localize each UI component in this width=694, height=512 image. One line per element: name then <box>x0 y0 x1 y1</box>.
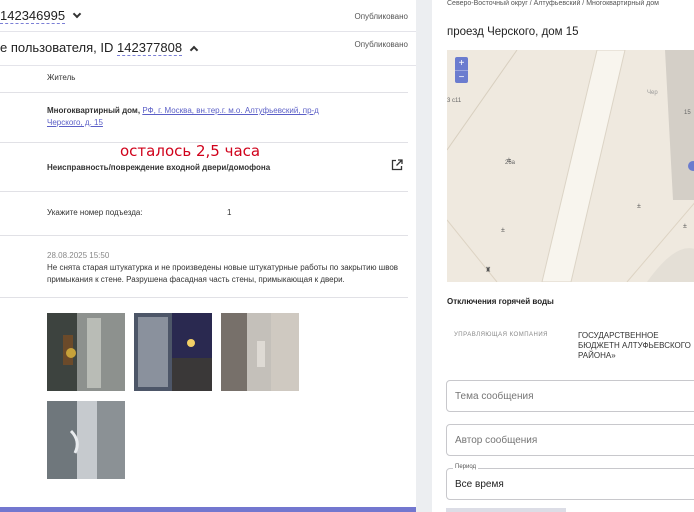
subtitle-title[interactable]: е пользователя, ID 142377808 <box>0 40 199 56</box>
map-canvas: 26а 15 3 с11 Чер ± ± ± ± ♜ <box>447 50 694 282</box>
request-panel: 142346995 Опубликовано е пользователя, I… <box>0 0 416 512</box>
role-label: Житель <box>47 73 76 82</box>
author-field[interactable] <box>446 424 694 456</box>
entrance-label: Укажите номер подъезда: <box>47 208 143 217</box>
map-label: 15 <box>684 110 691 116</box>
map-label: 3 с11 <box>447 98 462 104</box>
zoom-in-icon[interactable]: + <box>455 57 468 70</box>
issue-title: Неисправность/повреждение входной двери/… <box>47 163 271 172</box>
map-label: Чер <box>647 90 658 96</box>
svg-text:±: ± <box>683 223 687 230</box>
subtitle-status: Опубликовано <box>354 40 408 49</box>
period-value: Все время <box>455 479 504 490</box>
zoom-control[interactable]: + − <box>455 57 468 83</box>
svg-text:±: ± <box>501 227 505 234</box>
map[interactable]: 26а 15 3 с11 Чер ± ± ± ± ♜ + − <box>447 50 694 282</box>
building-panel: Северо-Восточный округ / Алтуфьевский / … <box>432 0 694 512</box>
building-info: Многоквартирный дом, РФ, г. Москва, вн.т… <box>47 106 319 127</box>
photo-thumbnail[interactable] <box>134 313 212 391</box>
topic-field[interactable] <box>446 380 694 412</box>
author-input[interactable] <box>447 425 694 455</box>
period-legend: Период <box>453 464 479 470</box>
divider <box>0 235 408 236</box>
comment-date: 28.08.2025 15:50 <box>47 251 110 260</box>
page-title: проезд Черского, дом 15 <box>447 26 579 38</box>
chevron-up-icon[interactable] <box>189 45 199 55</box>
svg-text:±: ± <box>507 157 511 164</box>
svg-text:♜: ♜ <box>485 266 491 274</box>
comment-text: Не снята старая штукатурка и не произвед… <box>47 263 399 284</box>
entrance-value: 1 <box>227 208 232 217</box>
ticket-header[interactable]: 142346995 Опубликовано <box>0 0 416 32</box>
ticket-id[interactable]: 142346995 <box>0 8 82 24</box>
zoom-out-icon[interactable]: − <box>455 70 468 83</box>
divider <box>0 191 408 192</box>
hot-water-title: Отключения горячей воды <box>447 297 554 306</box>
uk-value: ГОСУДАРСТВЕННОЕ БЮДЖЕТН АЛТУФЬЕВСКОГО РА… <box>578 331 691 360</box>
period-select[interactable]: Период Все время <box>446 464 694 500</box>
subtitle-header[interactable]: е пользователя, ID 142377808 Опубликован… <box>0 32 416 66</box>
external-link-icon[interactable] <box>391 159 403 171</box>
uk-label: УПРАВЛЯЮЩАЯ КОМПАНИЯ <box>454 332 549 338</box>
ticket-status: Опубликовано <box>354 12 408 21</box>
topic-input[interactable] <box>447 381 694 411</box>
photo-thumbnail[interactable] <box>47 313 125 391</box>
divider <box>0 92 408 93</box>
chevron-down-icon[interactable] <box>72 9 82 19</box>
time-left-text: осталось 2,5 часа <box>120 142 261 160</box>
scroll-indicator <box>446 508 566 512</box>
photo-thumbnail[interactable] <box>221 313 299 391</box>
breadcrumb[interactable]: Северо-Восточный округ / Алтуфьевский / … <box>447 0 659 7</box>
scroll-indicator <box>0 507 416 512</box>
svg-text:±: ± <box>637 203 641 210</box>
photo-thumbnail[interactable] <box>47 401 125 479</box>
divider <box>0 297 408 298</box>
